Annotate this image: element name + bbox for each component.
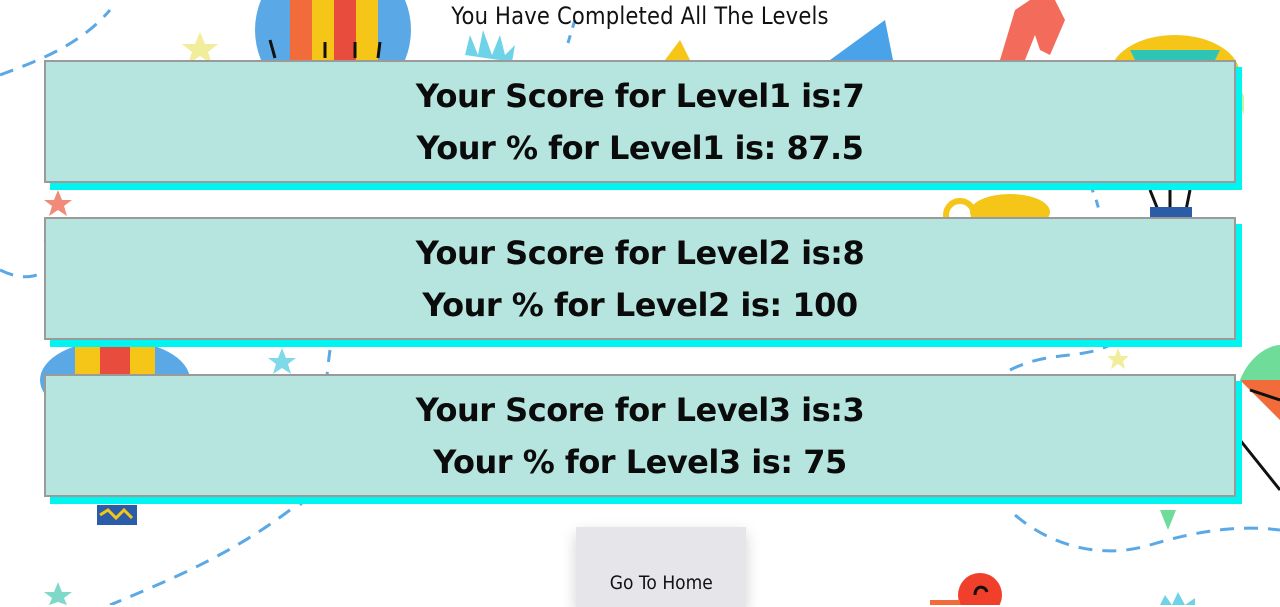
go-to-home-label: Go To Home [609,571,713,594]
level-result-card-3: Your Score for Level3 is:3 Your % for Le… [44,374,1236,497]
page-title: You Have Completed All The Levels [451,2,829,30]
level-percent-text: Your % for Level2 is: 100 [422,285,858,324]
level-score-text: Your Score for Level2 is:8 [415,233,865,272]
level-result-card-1: Your Score for Level1 is:7 Your % for Le… [44,60,1236,183]
level-percent-text: Your % for Level3 is: 75 [433,442,847,481]
level-score-text: Your Score for Level1 is:7 [415,76,865,115]
go-to-home-button[interactable]: Go To Home [576,527,746,607]
level-percent-text: Your % for Level1 is: 87.5 [416,128,864,167]
level-result-card-2: Your Score for Level2 is:8 Your % for Le… [44,217,1236,340]
level-score-text: Your Score for Level3 is:3 [415,390,865,429]
